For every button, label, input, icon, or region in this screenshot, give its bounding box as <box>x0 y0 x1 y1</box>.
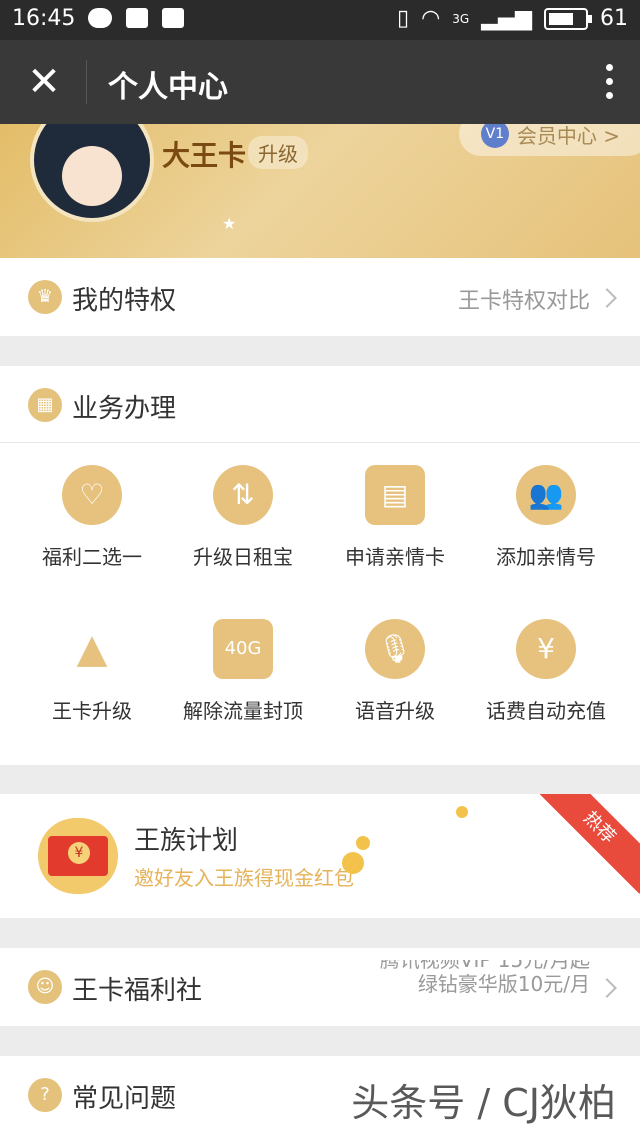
profile-banner: V1 会员中心 > ★ <box>0 124 640 258</box>
microphone-icon: 🎙 <box>365 619 425 679</box>
member-center-label: 会员中心 > <box>516 124 620 148</box>
arrows-updown-icon: ⇅ <box>213 465 273 525</box>
grid-item-voice-upgrade[interactable]: 🎙 语音升级 <box>315 597 475 747</box>
smile-icon: ☺ <box>28 970 62 1004</box>
network-type: 3G <box>452 11 470 26</box>
coin-icon <box>342 852 364 874</box>
coin-icon <box>356 836 370 850</box>
calendar-icon <box>162 8 184 28</box>
chevron-right-icon <box>597 978 617 998</box>
member-center-button[interactable]: V1 会员中心 > <box>458 124 640 156</box>
welfare-row[interactable]: ☺ 王卡福利社 腾讯视频VIP 15元/月起 绿钻豪华版10元/月 <box>0 948 640 1026</box>
crown-icon: ♛ <box>28 280 62 314</box>
member-level-icon: V1 <box>480 124 509 148</box>
faq-label: 常见问题 <box>72 1084 177 1114</box>
avatar[interactable] <box>30 124 154 222</box>
heart-icon: ♡ <box>62 465 122 525</box>
status-system-icons: ▯ ◠ 3G ▂▄▆ 61 <box>397 6 628 31</box>
vibrate-icon: ▯ <box>396 6 410 31</box>
grid-item-family-card[interactable]: ▤ 申请亲情卡 <box>315 443 475 593</box>
hot-ribbon: 热荐 <box>533 794 640 894</box>
business-label: 业务办理 <box>72 394 177 424</box>
grid-item-card-upgrade[interactable]: ▲ 王卡升级 <box>12 597 172 747</box>
welfare-label: 王卡福利社 <box>72 976 203 1006</box>
battery-level: 61 <box>600 6 628 31</box>
red-envelope-icon <box>38 818 118 894</box>
signal-icon: ▂▄▆ <box>481 6 532 31</box>
coin-icon <box>456 806 468 818</box>
user-name: 大王卡 <box>162 139 247 172</box>
rocket-icon: ▲ <box>76 626 108 672</box>
title-divider <box>86 60 87 104</box>
star-icon: ★ <box>222 214 237 233</box>
welfare-scroll-text: 腾讯视频VIP 15元/月起 绿钻豪华版10元/月 <box>379 960 590 996</box>
privilege-row[interactable]: ♛ 我的特权 王卡特权对比 <box>0 258 640 336</box>
grid-item-auto-recharge[interactable]: ¥ 话费自动充值 <box>466 597 626 747</box>
more-menu-icon[interactable] <box>606 64 614 99</box>
royal-plan-promo[interactable]: 王族计划 邀好友入王族得现金红包 热荐 <box>0 794 640 918</box>
close-icon[interactable]: ✕ <box>24 58 64 106</box>
add-user-icon: 👥 <box>516 465 576 525</box>
status-time: 16:45 <box>12 6 76 31</box>
grid-item-upgrade-daily[interactable]: ⇅ 升级日租宝 <box>163 443 323 593</box>
title-bar: ✕ 个人中心 <box>0 40 640 124</box>
promo-title: 王族计划 <box>134 826 239 856</box>
watermark: 头条号 / CJ狄柏 <box>351 1081 616 1125</box>
wifi-icon: ◠ <box>421 6 441 31</box>
question-icon: ? <box>28 1078 62 1112</box>
grid-apps-icon: ▦ <box>28 388 62 422</box>
chat-bubble-icon <box>88 8 112 28</box>
page-title: 个人中心 <box>108 70 228 105</box>
promo-subtitle: 邀好友入王族得现金红包 <box>134 866 354 890</box>
grid-item-data-cap[interactable]: 40G 解除流量封顶 <box>163 597 323 747</box>
grid-item-add-family[interactable]: 👥 添加亲情号 <box>466 443 626 593</box>
chevron-right-icon <box>597 288 617 308</box>
business-grid: ♡ 福利二选一 ⇅ 升级日租宝 ▤ 申请亲情卡 👥 添加亲情号 ▲ 王卡升级 4… <box>0 442 640 765</box>
grid-item-welfare-choice[interactable]: ♡ 福利二选一 <box>12 443 172 593</box>
privilege-compare-link[interactable]: 王卡特权对比 <box>458 283 590 315</box>
status-bar: 16:45 ▯ ◠ 3G ▂▄▆ 61 <box>0 0 640 40</box>
status-notification-icons <box>88 8 184 28</box>
sim-card-icon: ▤ <box>365 465 425 525</box>
business-row: ▦ 业务办理 <box>0 366 640 442</box>
privilege-label: 我的特权 <box>72 286 177 316</box>
upgrade-badge[interactable]: 升级 <box>248 136 308 169</box>
battery-icon <box>544 7 592 30</box>
yen-clipboard-icon: ¥ <box>516 619 576 679</box>
data-40g-icon: 40G <box>213 619 273 679</box>
image-icon <box>126 8 148 28</box>
